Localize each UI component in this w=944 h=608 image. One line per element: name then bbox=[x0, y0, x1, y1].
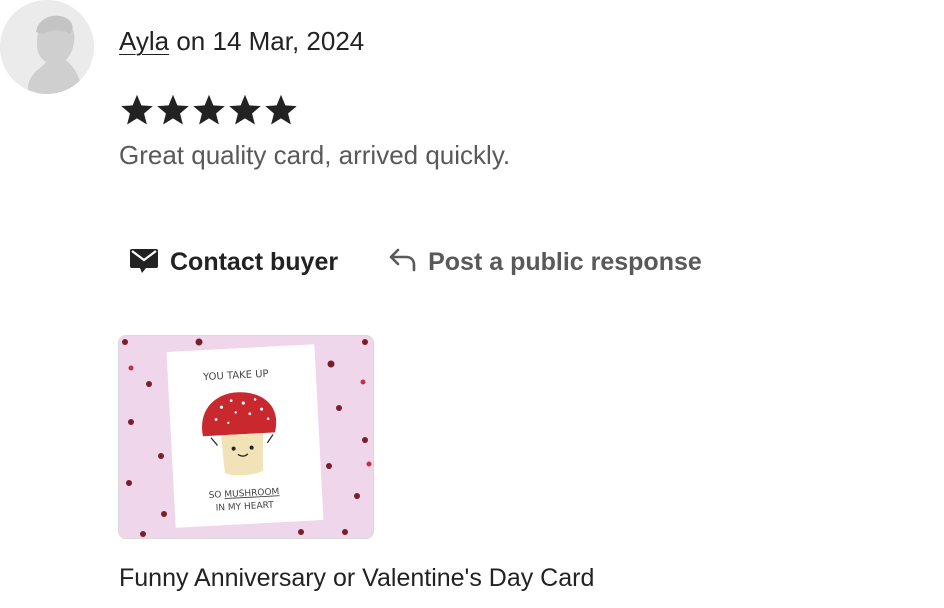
date-prefix: on bbox=[169, 26, 213, 56]
default-profile-icon bbox=[0, 0, 94, 94]
star-filled-icon bbox=[121, 94, 153, 125]
mail-icon bbox=[128, 244, 160, 281]
card-line-2-prefix: SO bbox=[208, 490, 224, 501]
product-image: YOU TAKE UP SO MUSHROOM IN MY HEART bbox=[119, 336, 373, 538]
star-filled-icon bbox=[229, 94, 261, 125]
product-thumbnail[interactable]: YOU TAKE UP SO MUSHROOM IN MY HEART bbox=[118, 335, 374, 539]
post-public-response-label: Post a public response bbox=[428, 247, 702, 276]
contact-buyer-label: Contact buyer bbox=[170, 247, 339, 276]
star-filled-icon bbox=[157, 94, 189, 125]
reply-arrow-icon bbox=[388, 246, 418, 279]
star-filled-icon bbox=[265, 94, 297, 125]
review-header: Ayla on 14 Mar, 2024 bbox=[119, 24, 364, 58]
review-text: Great quality card, arrived quickly. bbox=[119, 140, 511, 170]
review-date: 14 Mar, 2024 bbox=[212, 26, 365, 56]
reviewer-name-link[interactable]: Ayla bbox=[119, 26, 169, 56]
contact-buyer-button[interactable]: Contact buyer bbox=[128, 244, 338, 281]
star-rating bbox=[119, 90, 299, 130]
post-public-response-button[interactable]: Post a public response bbox=[388, 246, 702, 279]
product-title-link[interactable]: Funny Anniversary or Valentine's Day Car… bbox=[119, 561, 594, 595]
star-filled-icon bbox=[193, 94, 225, 125]
review-actions: Contact buyer Post a public response bbox=[128, 242, 702, 282]
reviewer-avatar bbox=[0, 0, 94, 94]
